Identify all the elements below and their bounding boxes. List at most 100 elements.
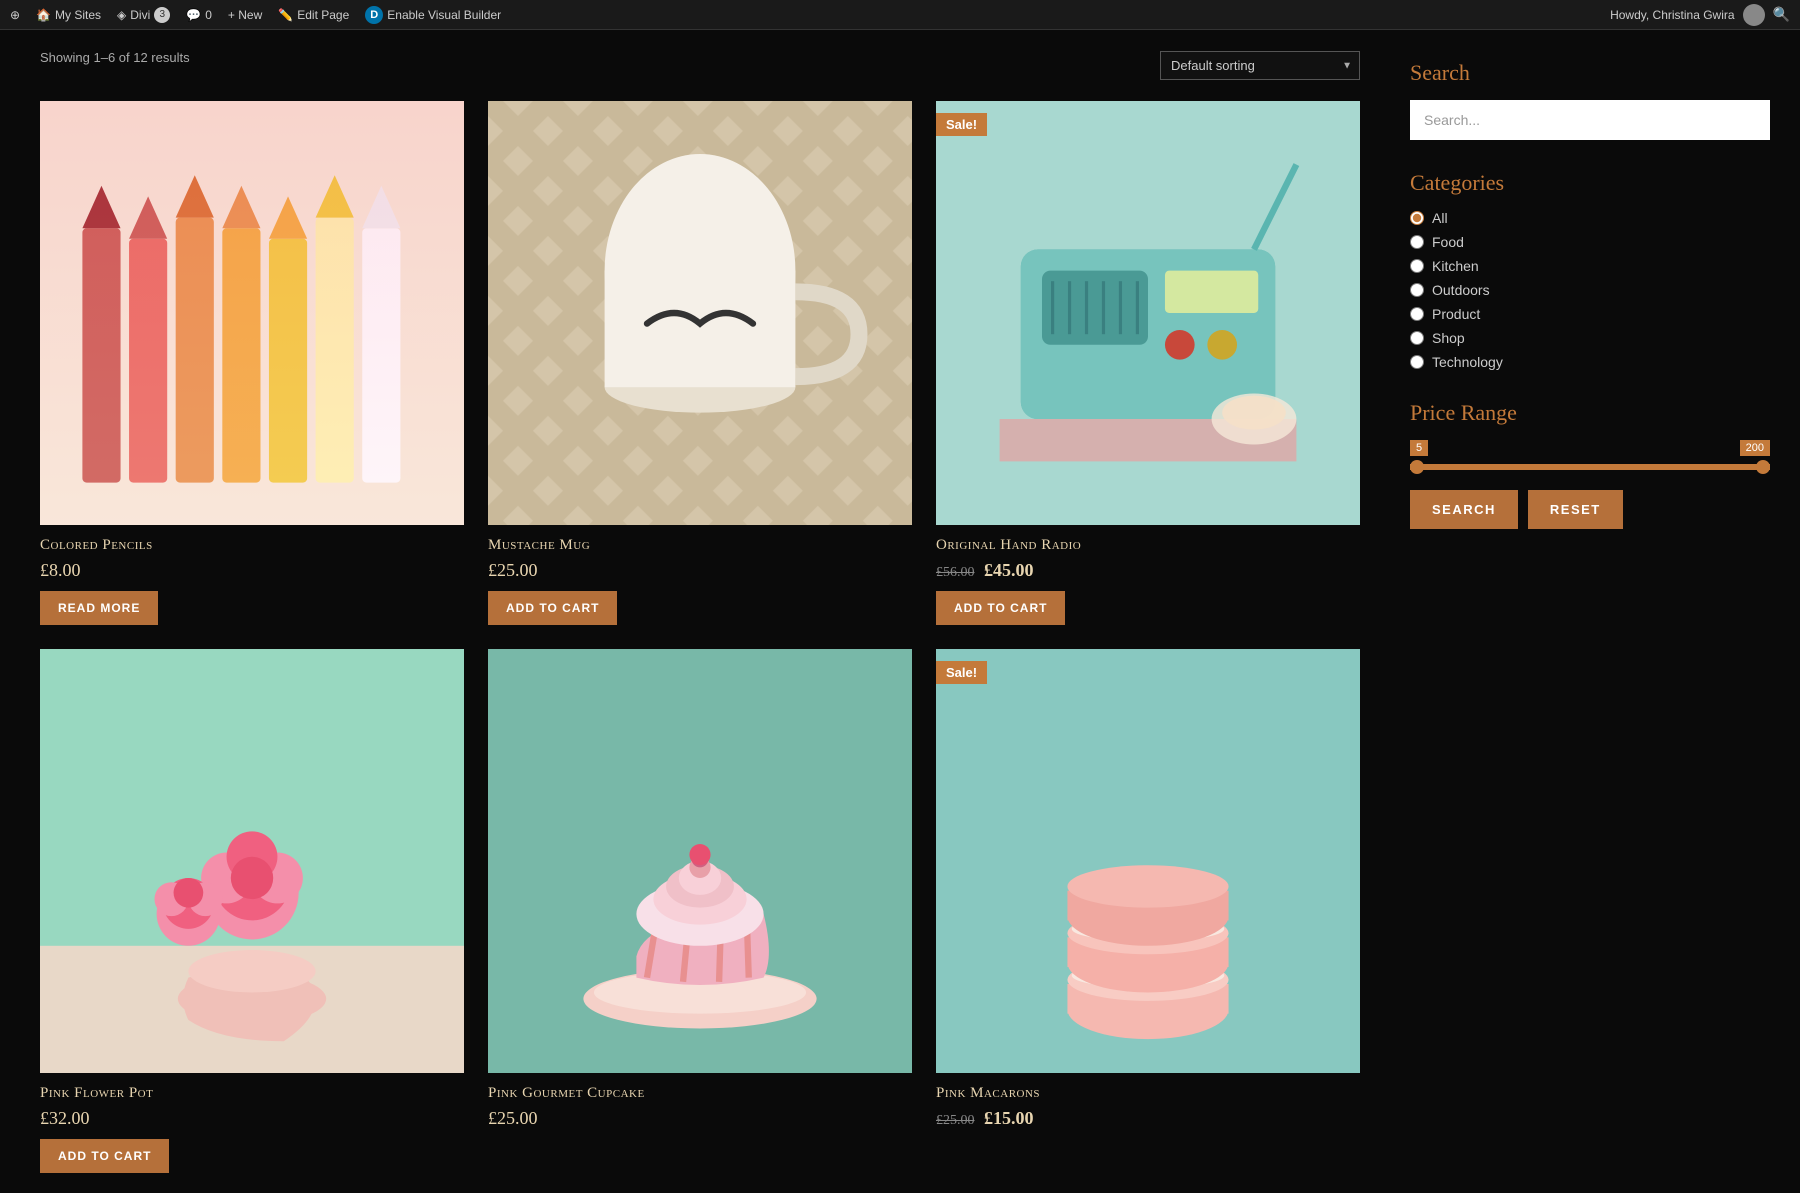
product-card-6: Sale! [936, 649, 1360, 1173]
edit-page-label: Edit Page [297, 8, 349, 22]
add-to-cart-button-4[interactable]: ADD TO CART [40, 1139, 169, 1173]
cupcake-svg [488, 649, 912, 1073]
wp-icon: ⊕ [10, 8, 20, 22]
edit-page-link[interactable]: ✏️ Edit Page [278, 8, 349, 22]
product-title-6: Pink Macarons [936, 1085, 1360, 1102]
macarons-svg [936, 649, 1360, 1073]
category-radio-kitchen[interactable] [1410, 259, 1424, 273]
category-kitchen[interactable]: Kitchen [1410, 258, 1770, 274]
sidebar-search-section: Search [1410, 60, 1770, 140]
topbar-right: Howdy, Christina Gwira 🔍 [1610, 4, 1790, 26]
topbar: ⊕ 🏠 My Sites ◈ Divi 3 💬 0 + New ✏️ Edit … [0, 0, 1800, 30]
divi-icon: ◈ [117, 8, 126, 22]
categories-title: Categories [1410, 170, 1770, 196]
product-price-2: £25.00 [488, 560, 912, 581]
pencils-visual [40, 101, 464, 525]
search-input[interactable] [1410, 100, 1770, 140]
category-radio-technology[interactable] [1410, 355, 1424, 369]
price-range-track [1410, 464, 1770, 470]
product-grid: Colored Pencils £8.00 READ MORE [40, 101, 1360, 1173]
product-area: Showing 1–6 of 12 results Default sortin… [20, 50, 1380, 1173]
product-card-4: Pink Flower Pot £32.00 ADD TO CART [40, 649, 464, 1173]
wordpress-logo[interactable]: ⊕ [10, 8, 20, 22]
divi-link[interactable]: ◈ Divi 3 [117, 7, 170, 23]
sort-select[interactable]: Default sorting Sort by popularity Sort … [1160, 51, 1360, 80]
comments-link[interactable]: 💬 0 [186, 8, 212, 22]
category-label-food: Food [1432, 234, 1464, 250]
category-label-all: All [1432, 210, 1448, 226]
price-min-badge: 5 [1410, 440, 1428, 456]
sort-row: Showing 1–6 of 12 results Default sortin… [40, 50, 1360, 81]
category-label-kitchen: Kitchen [1432, 258, 1479, 274]
product-image-3: Sale! [936, 101, 1360, 525]
product-card-2: Mustache Mug £25.00 ADD TO CART [488, 101, 912, 625]
my-sites-link[interactable]: 🏠 My Sites [36, 8, 101, 22]
category-outdoors[interactable]: Outdoors [1410, 282, 1770, 298]
category-radio-outdoors[interactable] [1410, 283, 1424, 297]
product-title-2: Mustache Mug [488, 537, 912, 554]
divi-circle-icon: D [365, 6, 383, 24]
price-reset-button[interactable]: RESET [1528, 490, 1623, 529]
divi-badge: 3 [154, 7, 170, 23]
price-original-3: £56.00 [936, 565, 975, 580]
product-image-1 [40, 101, 464, 525]
visual-builder-label: Enable Visual Builder [387, 8, 501, 22]
sidebar: Search Categories All Food Kitchen [1380, 50, 1800, 1173]
pencils-svg [40, 101, 464, 525]
category-label-technology: Technology [1432, 354, 1503, 370]
search-title: Search [1410, 60, 1770, 86]
price-regular-5: £25.00 [488, 1108, 538, 1128]
main-wrapper: Showing 1–6 of 12 results Default sortin… [0, 30, 1800, 1193]
comments-count: 0 [205, 8, 212, 22]
product-title-3: Original Hand Radio [936, 537, 1360, 554]
my-sites-icon: 🏠 [36, 8, 51, 22]
price-max-badge: 200 [1740, 440, 1770, 456]
product-title-1: Colored Pencils [40, 537, 464, 554]
product-price-5: £25.00 [488, 1108, 912, 1129]
price-search-button[interactable]: SEARCH [1410, 490, 1518, 529]
product-image-2 [488, 101, 912, 525]
product-price-1: £8.00 [40, 560, 464, 581]
category-radio-product[interactable] [1410, 307, 1424, 321]
category-radio-food[interactable] [1410, 235, 1424, 249]
results-info: Showing 1–6 of 12 results [40, 50, 190, 65]
product-image-4 [40, 649, 464, 1073]
product-card-1: Colored Pencils £8.00 READ MORE [40, 101, 464, 625]
price-sale-6: £15.00 [984, 1108, 1034, 1128]
visual-builder-link[interactable]: D Enable Visual Builder [365, 6, 501, 24]
category-radio-shop[interactable] [1410, 331, 1424, 345]
sort-wrapper: Default sorting Sort by popularity Sort … [1160, 51, 1360, 80]
sale-badge-6: Sale! [936, 661, 987, 684]
product-title-5: Pink Gourmet Cupcake [488, 1085, 912, 1102]
user-greeting: Howdy, Christina Gwira [1610, 8, 1734, 22]
price-range-section: Price Range 5 200 SEARCH RESET [1410, 400, 1770, 529]
category-label-shop: Shop [1432, 330, 1465, 346]
range-thumb-left[interactable] [1410, 460, 1424, 474]
price-range-title: Price Range [1410, 400, 1770, 426]
category-food[interactable]: Food [1410, 234, 1770, 250]
product-image-6: Sale! [936, 649, 1360, 1073]
category-product[interactable]: Product [1410, 306, 1770, 322]
category-shop[interactable]: Shop [1410, 330, 1770, 346]
user-avatar [1743, 4, 1765, 26]
my-sites-label: My Sites [55, 8, 101, 22]
macarons-visual [936, 649, 1360, 1073]
sidebar-categories-section: Categories All Food Kitchen Outdoors [1410, 170, 1770, 370]
divi-label: Divi [130, 8, 150, 22]
range-thumb-right[interactable] [1756, 460, 1770, 474]
new-link[interactable]: + New [228, 8, 262, 22]
read-more-button-1[interactable]: READ MORE [40, 591, 158, 625]
flower-svg [40, 649, 464, 1073]
product-image-5 [488, 649, 912, 1073]
radio-svg [936, 101, 1360, 525]
category-radio-all[interactable] [1410, 211, 1424, 225]
category-technology[interactable]: Technology [1410, 354, 1770, 370]
search-reset-row: SEARCH RESET [1410, 490, 1770, 529]
topbar-search-icon[interactable]: 🔍 [1773, 6, 1790, 23]
mug-svg [488, 101, 912, 525]
add-to-cart-button-2[interactable]: ADD TO CART [488, 591, 617, 625]
category-all[interactable]: All [1410, 210, 1770, 226]
sale-badge-3: Sale! [936, 113, 987, 136]
add-to-cart-button-3[interactable]: ADD TO CART [936, 591, 1065, 625]
product-price-6: £25.00 £15.00 [936, 1108, 1360, 1129]
